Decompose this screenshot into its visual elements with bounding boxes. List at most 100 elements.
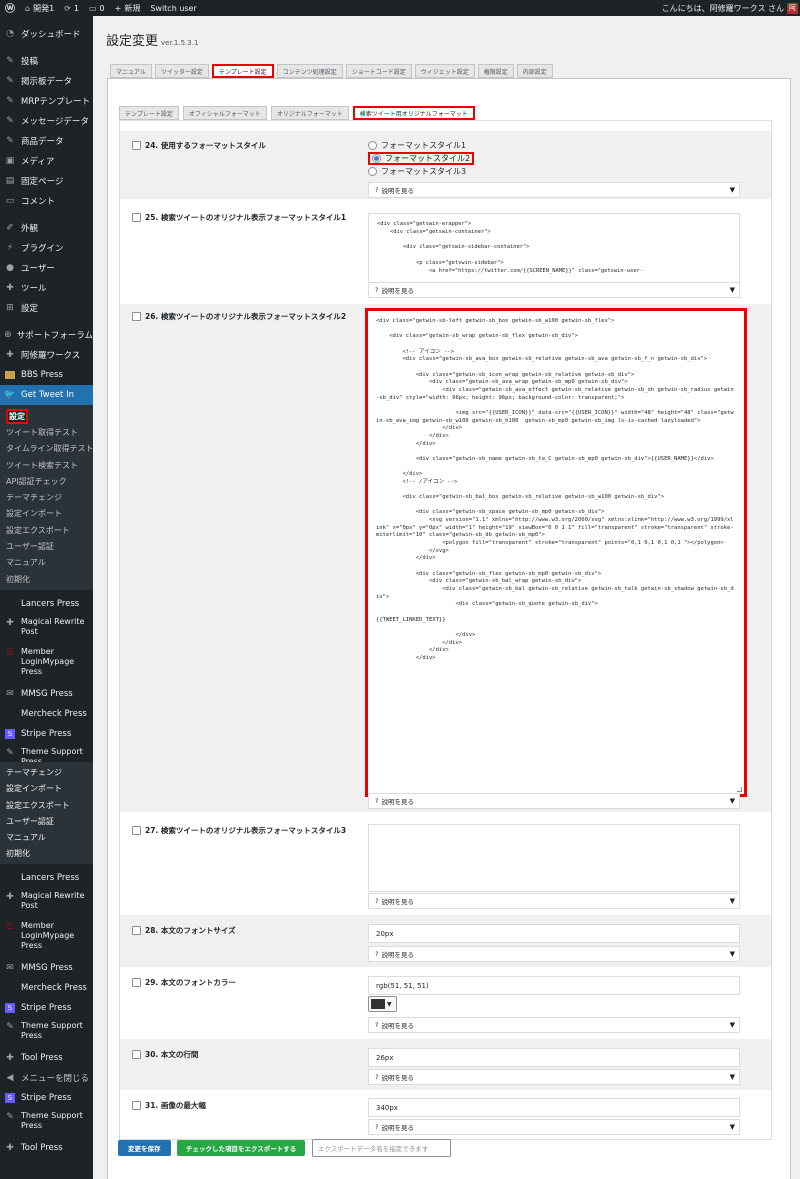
menu-lancers-press-2[interactable]: Lancers Press	[0, 868, 93, 888]
menu-plugins[interactable]: ⚡ プラグイン	[0, 238, 93, 258]
radio-option-2[interactable]: フォーマットスタイル2	[368, 152, 740, 165]
tab-permission-settings[interactable]: 権限設定	[477, 64, 514, 78]
checkbox-29[interactable]	[132, 978, 141, 987]
subtab-original-format[interactable]: オリジナルフォーマット	[270, 106, 349, 120]
help-toggle-25[interactable]: ? 説明を見る ▼	[368, 282, 740, 298]
menu-magical-rewrite-2[interactable]: ✚ Magical Rewrite Post	[0, 888, 93, 918]
menu-lancers-press[interactable]: Lancers Press	[0, 594, 93, 614]
format-style-1-textarea[interactable]: <div class="getswin-wrapper"> <div class…	[368, 213, 740, 283]
format-style-2-textarea[interactable]: <div class="getwin-sb-left getwin-sb_box…	[365, 308, 747, 797]
wp-logo-menu[interactable]: W	[0, 0, 20, 16]
menu-theme-support[interactable]: ✎ Theme Support Press	[0, 744, 93, 762]
menu-support-forum[interactable]: ⊕ サポートフォーラム	[0, 325, 93, 345]
checkbox-26[interactable]	[132, 312, 141, 321]
submenu-timeline-test[interactable]: タイムライン取得テスト	[0, 441, 93, 457]
flyout-reset[interactable]: 初期化	[0, 846, 93, 862]
menu-settings[interactable]: ⊞ 設定	[0, 298, 93, 318]
export-button[interactable]: チェックした項目をエクスポートする	[177, 1140, 306, 1156]
help-toggle-27[interactable]: ? 説明を見る ▼	[368, 893, 740, 909]
submenu-theme-change[interactable]: テーマチェンジ	[0, 489, 93, 505]
menu-theme-support-3[interactable]: ✎ Theme Support Press	[0, 1108, 93, 1138]
help-toggle-26[interactable]: ? 説明を見る ▼	[368, 793, 740, 809]
flyout-import[interactable]: 設定インポート	[0, 781, 93, 797]
radio-option-3[interactable]: フォーマットスタイル3	[368, 165, 740, 178]
font-size-input[interactable]: 20px	[368, 924, 740, 943]
menu-theme-support-2[interactable]: ✎ Theme Support Press	[0, 1018, 93, 1048]
checkbox-27[interactable]	[132, 826, 141, 835]
menu-bbs-press[interactable]: BBS Press	[0, 365, 93, 385]
format-style-3-textarea[interactable]	[368, 824, 740, 892]
help-toggle-28[interactable]: ? 説明を見る ▼	[368, 946, 740, 962]
menu-appearance[interactable]: ✐ 外観	[0, 218, 93, 238]
menu-mmsg-press[interactable]: ✉ MMSG Press	[0, 684, 93, 704]
checkbox-31[interactable]	[132, 1101, 141, 1110]
menu-tool-press[interactable]: ✚ Tool Press	[0, 1048, 93, 1068]
menu-dashboard[interactable]: ◔ ダッシュボード	[0, 24, 93, 44]
menu-mmsg-press-2[interactable]: ✉ MMSG Press	[0, 958, 93, 978]
save-button[interactable]: 変更を保存	[118, 1140, 171, 1156]
submenu-import[interactable]: 設定インポート	[0, 506, 93, 522]
menu-magical-rewrite[interactable]: ✚ Magical Rewrite Post	[0, 614, 93, 644]
submenu-export[interactable]: 設定エクスポート	[0, 522, 93, 538]
menu-comments[interactable]: ▭ コメント	[0, 191, 93, 211]
export-name-input[interactable]: エクスポートデータ名を指定できます	[312, 1139, 451, 1157]
menu-mrp-template[interactable]: ✎ MRPテンプレート	[0, 91, 93, 111]
flyout-theme-change[interactable]: テーマチェンジ	[0, 764, 93, 780]
menu-pages[interactable]: ▤ 固定ページ	[0, 171, 93, 191]
tab-shortcode-settings[interactable]: ショートコード設定	[345, 64, 412, 78]
help-toggle-24[interactable]: ? 説明を見る ▼	[368, 182, 740, 198]
switch-user-link[interactable]: Switch user	[145, 0, 201, 16]
menu-mercheck-press[interactable]: Mercheck Press	[0, 704, 93, 724]
color-picker-button[interactable]: ▼	[368, 996, 397, 1012]
updates-link[interactable]: ⟳ 1	[59, 0, 84, 16]
menu-member-login[interactable]: ⍐ Member LoginMypage Press	[0, 644, 93, 684]
menu-get-tweet-in[interactable]: 🐦 Get Tweet In	[0, 385, 93, 405]
my-account[interactable]: こんにちは、阿修羅ワークス さん 阿	[662, 0, 800, 16]
radio-option-1[interactable]: フォーマットスタイル1	[368, 139, 740, 152]
collapse-menu[interactable]: ◀ メニューを閉じる	[0, 1068, 93, 1088]
subtab-search-original-format[interactable]: 検索ツイート用オリジナルフォーマット	[352, 106, 475, 120]
tab-widget-settings[interactable]: ウィジェット設定	[414, 64, 475, 78]
submenu-manual[interactable]: マニュアル	[0, 555, 93, 571]
checkbox-28[interactable]	[132, 926, 141, 935]
menu-stripe-press-2[interactable]: S Stripe Press	[0, 998, 93, 1018]
tab-template-settings[interactable]: テンプレート設定	[211, 64, 274, 78]
help-toggle-31[interactable]: ? 説明を見る ▼	[368, 1119, 740, 1135]
flyout-manual[interactable]: マニュアル	[0, 829, 93, 845]
flyout-user-auth[interactable]: ユーザー認証	[0, 813, 93, 829]
menu-ashura-works[interactable]: ✚ 阿修羅ワークス	[0, 345, 93, 365]
menu-bbs-data[interactable]: ✎ 掲示板データ	[0, 71, 93, 91]
image-max-width-input[interactable]: 340px	[368, 1098, 740, 1117]
tab-twitter-settings[interactable]: ツイッター設定	[154, 64, 209, 78]
menu-users[interactable]: ● ユーザー	[0, 258, 93, 278]
line-height-input[interactable]: 26px	[368, 1048, 740, 1067]
menu-member-login-2[interactable]: ⍐ Member LoginMypage Press	[0, 918, 93, 958]
flyout-export[interactable]: 設定エクスポート	[0, 797, 93, 813]
menu-stripe-press-3[interactable]: S Stripe Press	[0, 1088, 93, 1108]
menu-stripe-press[interactable]: S Stripe Press	[0, 724, 93, 744]
new-content-link[interactable]: + 新規	[110, 0, 146, 16]
submenu-reset[interactable]: 初期化	[0, 571, 93, 587]
subtab-official-format[interactable]: オフィシャルフォーマット	[182, 106, 267, 120]
submenu-tweet-test[interactable]: ツイート取得テスト	[0, 424, 93, 440]
submenu-search-test[interactable]: ツイート検索テスト	[0, 457, 93, 473]
menu-tool-press-2[interactable]: ✚ Tool Press	[0, 1138, 93, 1158]
font-color-input[interactable]: rgb(51, 51, 51)	[368, 976, 740, 995]
site-name-link[interactable]: ⌂ 開発1	[20, 0, 59, 16]
tab-internal-settings[interactable]: 内部設定	[516, 64, 553, 78]
menu-posts[interactable]: ✎ 投稿	[0, 51, 93, 71]
help-toggle-30[interactable]: ? 説明を見る ▼	[368, 1069, 740, 1085]
comments-link[interactable]: ▭ 0	[84, 0, 110, 16]
subtab-template-settings[interactable]: テンプレート設定	[119, 106, 179, 120]
checkbox-24[interactable]	[132, 141, 141, 150]
menu-product-data[interactable]: ✎ 商品データ	[0, 131, 93, 151]
menu-tools[interactable]: ✚ ツール	[0, 278, 93, 298]
menu-mercheck-press-2[interactable]: Mercheck Press	[0, 978, 93, 998]
tab-content-processing[interactable]: コンテンツ処理設定	[276, 64, 343, 78]
submenu-api-check[interactable]: API認証チェック	[0, 473, 93, 489]
checkbox-30[interactable]	[132, 1050, 141, 1059]
submenu-user-auth[interactable]: ユーザー認証	[0, 538, 93, 554]
menu-message-data[interactable]: ✎ メッセージデータ	[0, 111, 93, 131]
help-toggle-29[interactable]: ? 説明を見る ▼	[368, 1017, 740, 1033]
menu-media[interactable]: ▣ メディア	[0, 151, 93, 171]
